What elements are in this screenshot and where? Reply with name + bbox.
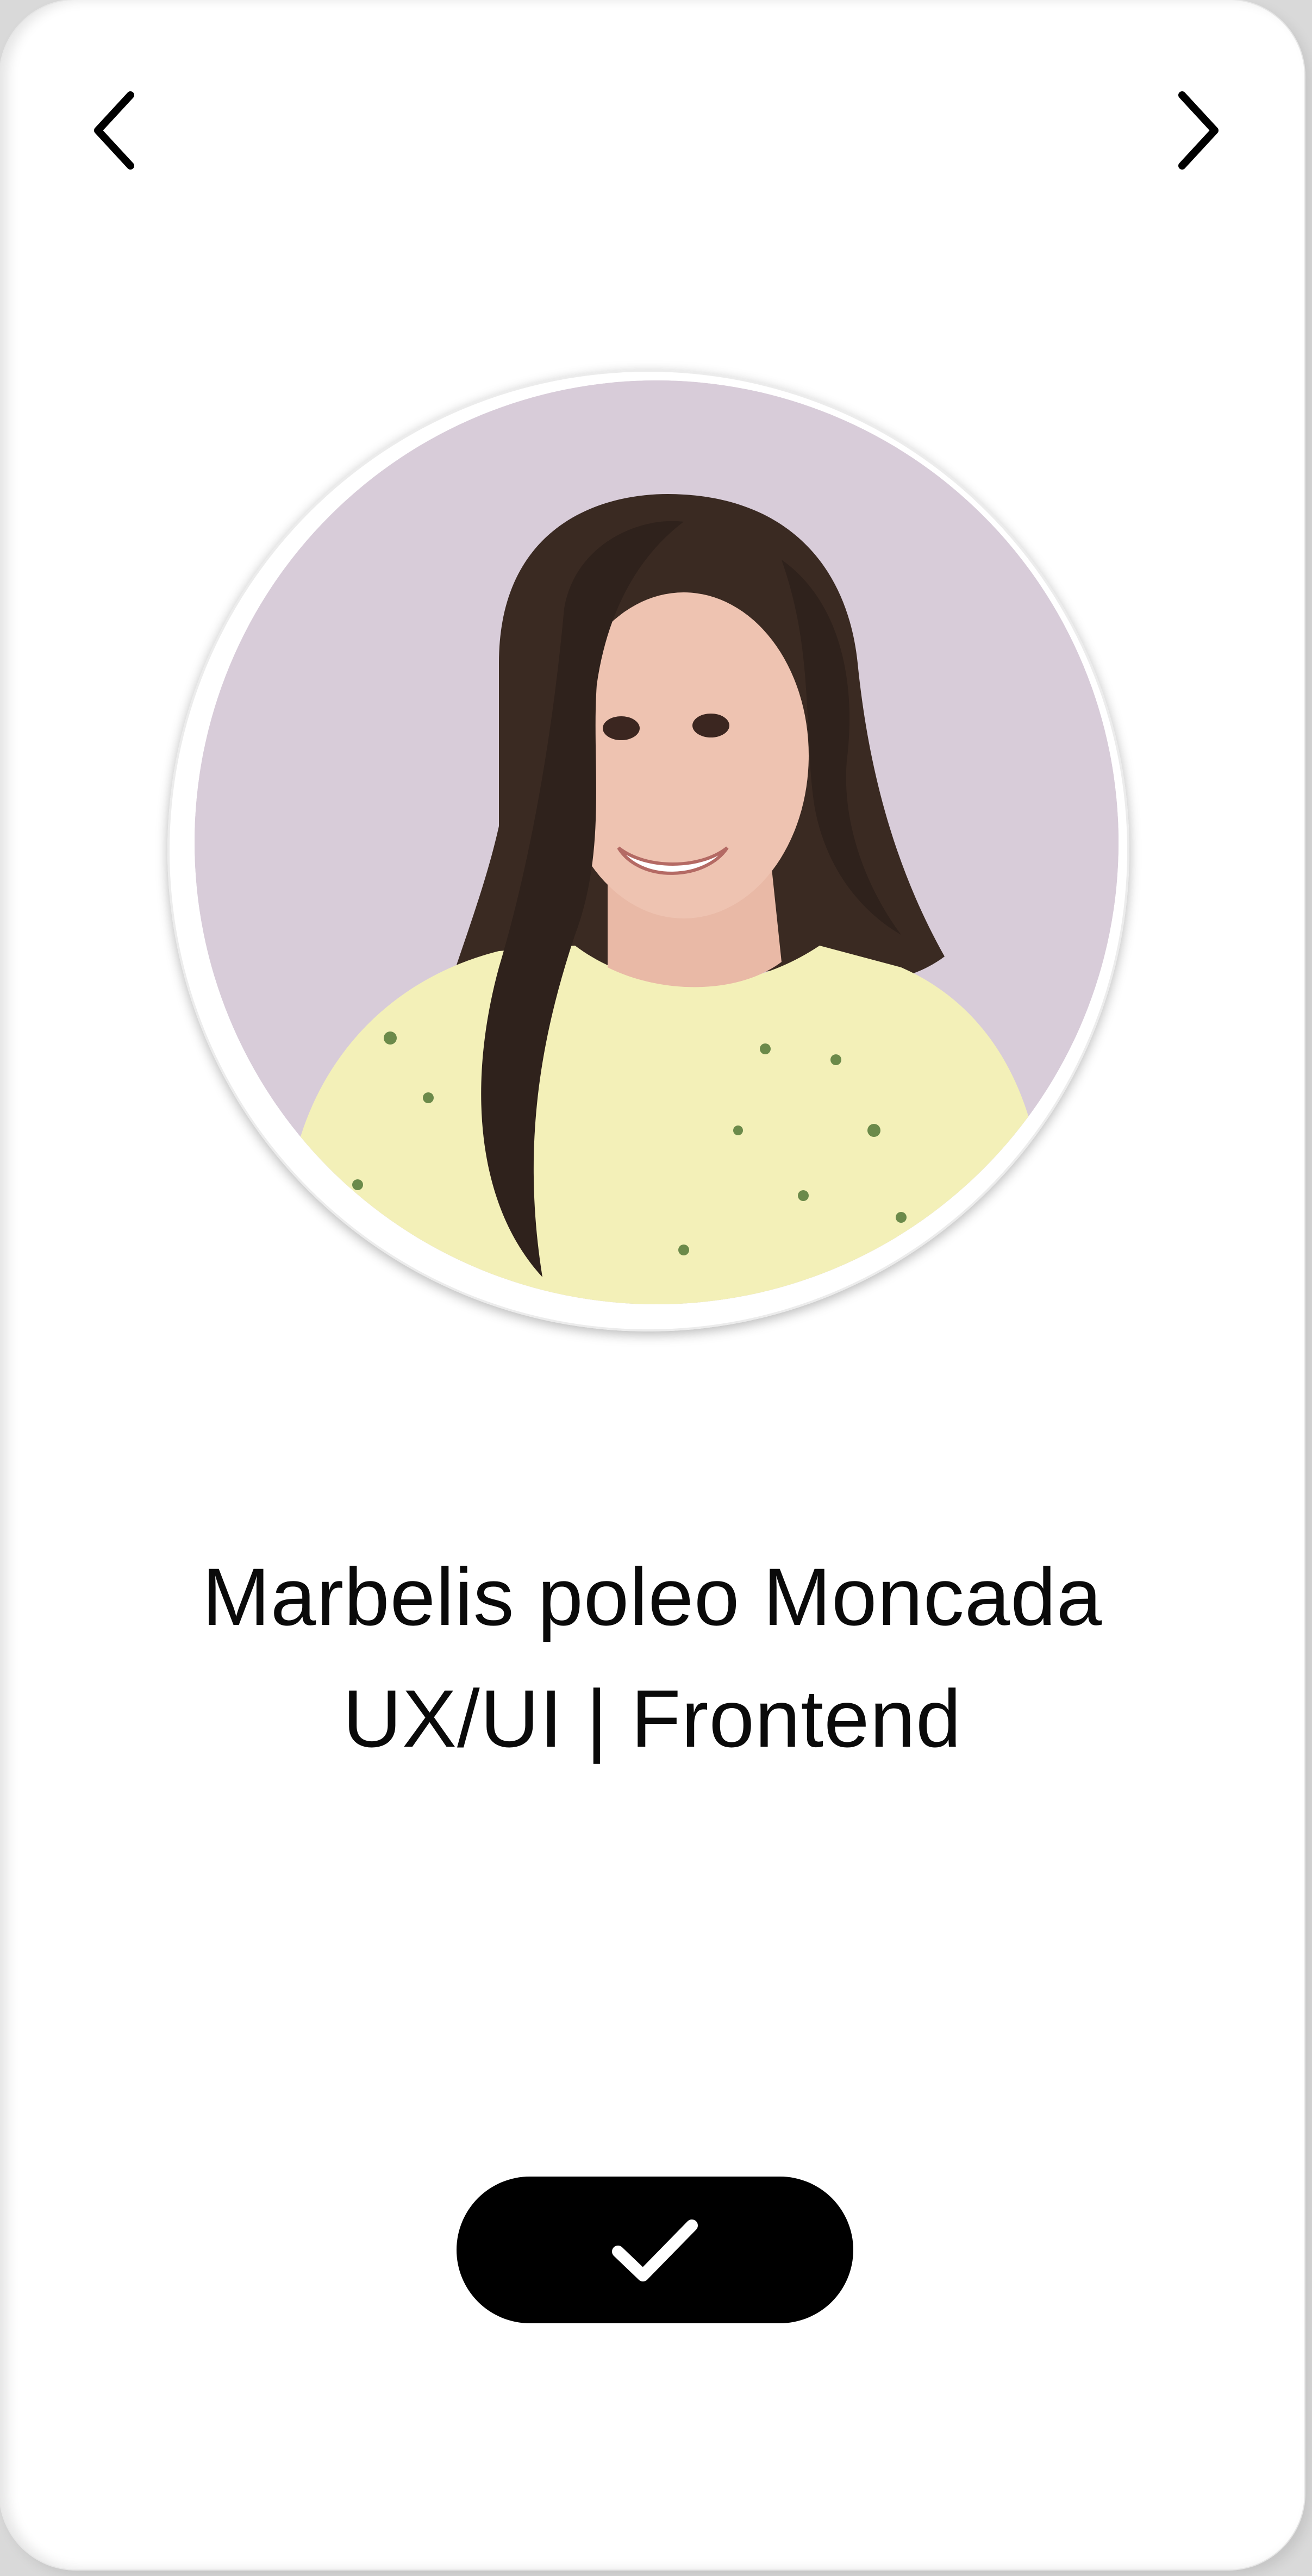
chevron-left-icon [94, 91, 134, 170]
previous-button[interactable] [73, 76, 155, 185]
profile-photo-illustration [195, 380, 1119, 1304]
profile-card: Marbelis poleo Moncada UX/UI | Frontend [0, 0, 1304, 2569]
profile-role: UX/UI | Frontend [342, 1673, 962, 1764]
check-icon [612, 2219, 698, 2281]
confirm-button[interactable] [457, 2177, 853, 2323]
avatar [195, 380, 1119, 1304]
next-button[interactable] [1158, 76, 1239, 185]
chevron-right-icon [1178, 91, 1219, 170]
avatar-frame [167, 370, 1129, 1331]
profile-name: Marbelis poleo Moncada [202, 1551, 1103, 1642]
